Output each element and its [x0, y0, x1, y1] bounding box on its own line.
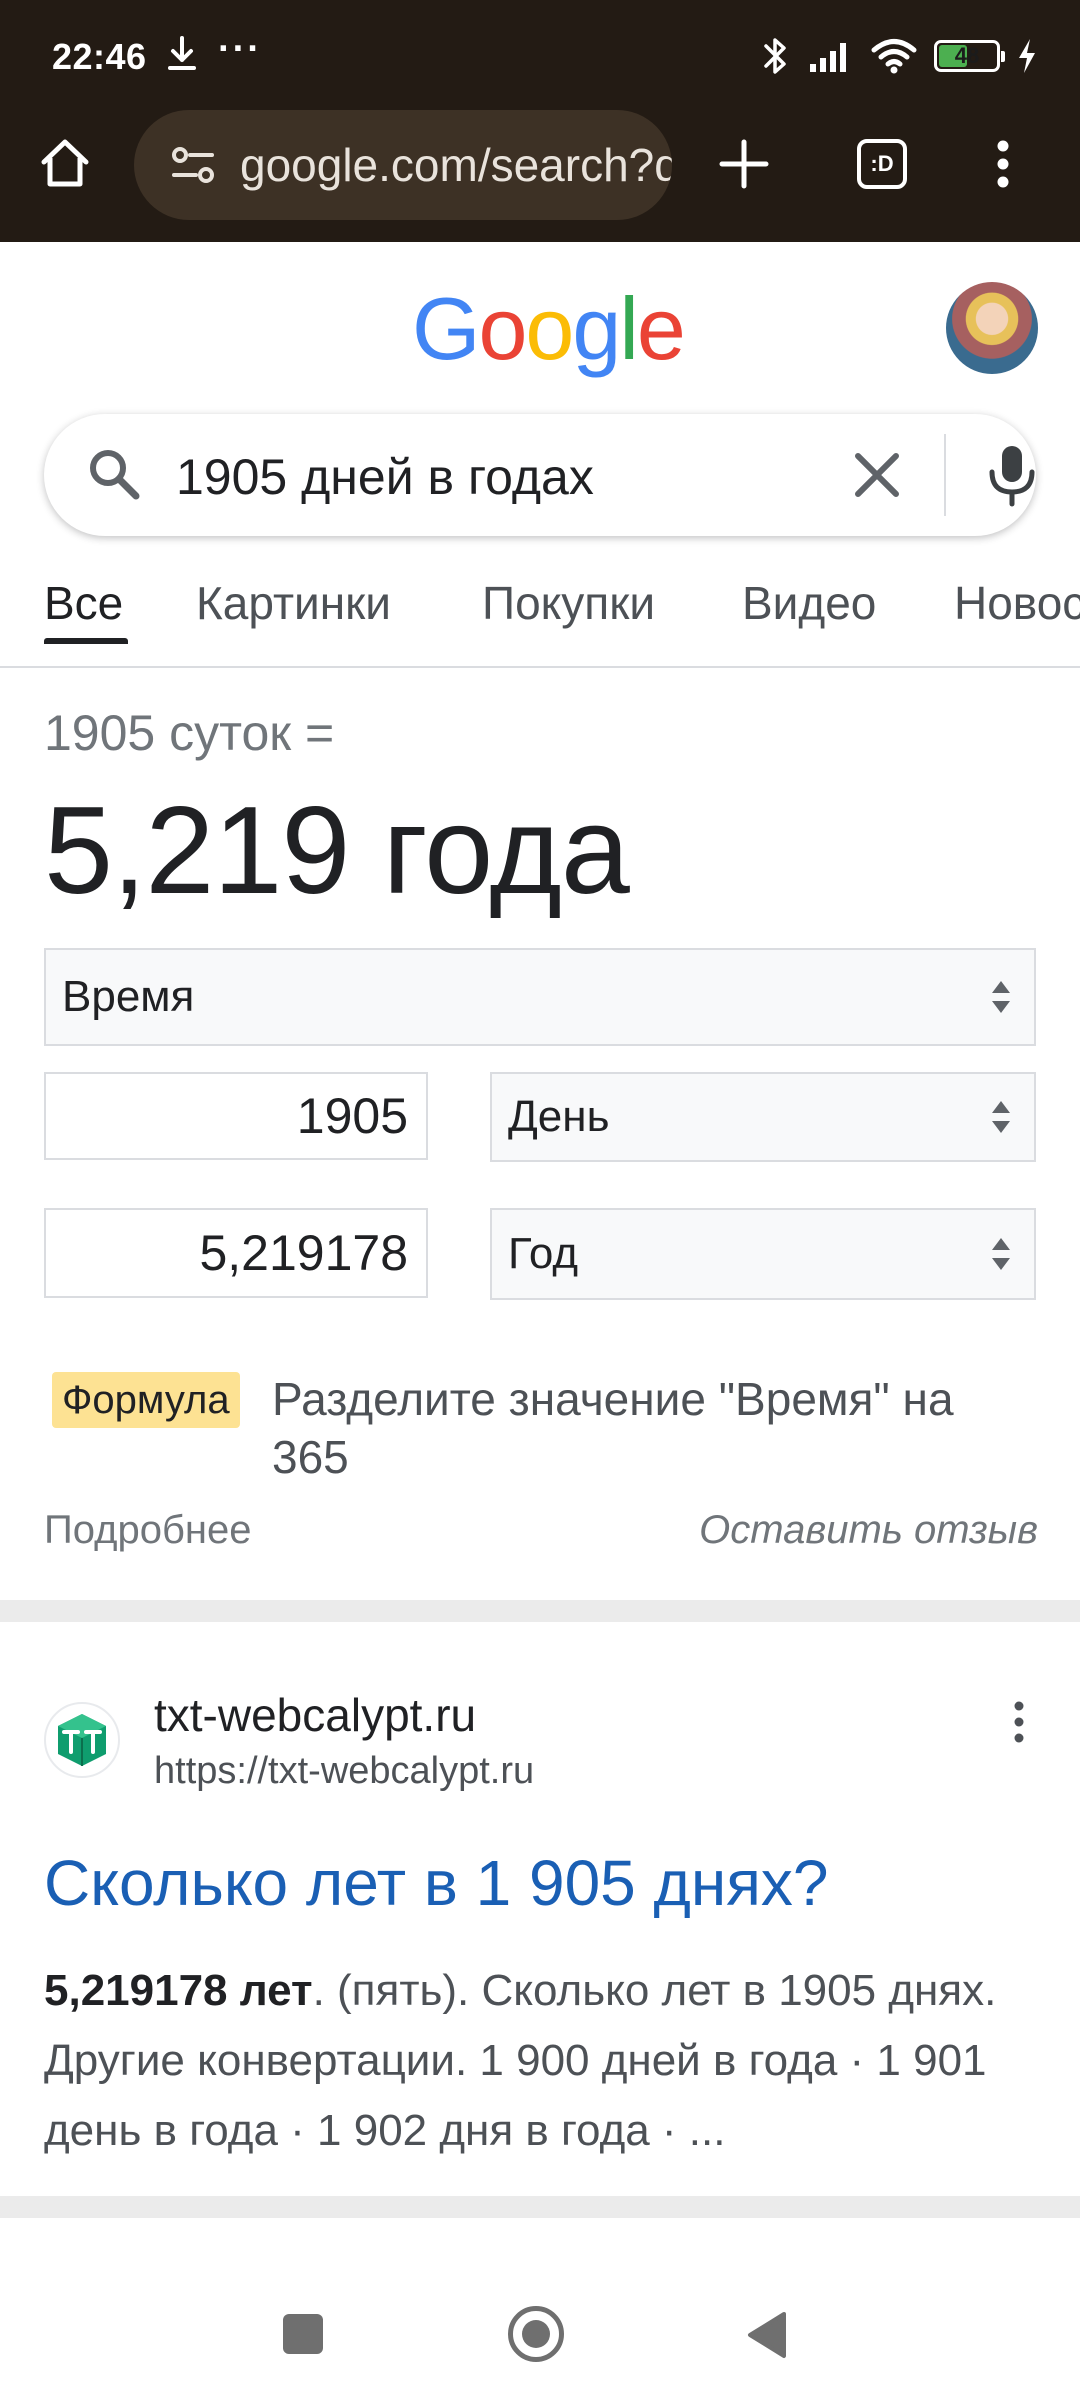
wifi-icon	[871, 39, 917, 74]
conversion-subtitle: 1905 суток =	[44, 705, 335, 761]
overflow-menu-icon	[997, 140, 1009, 188]
from-unit-select[interactable]: День	[490, 1072, 1036, 1162]
snippet-highlight: 5,219178 лет	[44, 1966, 313, 2015]
feedback-link[interactable]: Оставить отзыв	[699, 1508, 1038, 1553]
to-unit-label: Год	[508, 1229, 579, 1278]
select-arrows-icon	[992, 1238, 1010, 1270]
url-text[interactable]: google.com/search?q	[240, 138, 672, 192]
select-arrows-icon	[992, 1101, 1010, 1133]
status-bar: 22:46 ··· 48	[0, 0, 1080, 110]
home-button[interactable]	[34, 132, 96, 194]
tab-news[interactable]: Новости	[954, 576, 1080, 630]
home-icon	[41, 139, 89, 187]
address-bar[interactable]: google.com/search?q	[134, 110, 672, 220]
quantity-select[interactable]: Время	[44, 948, 1036, 1046]
bluetooth-icon	[764, 38, 786, 74]
from-unit-label: День	[508, 1092, 610, 1141]
to-unit-select[interactable]: Год	[490, 1208, 1036, 1300]
back-button[interactable]	[744, 2310, 790, 2360]
browser-toolbar: google.com/search?q :D	[0, 108, 1080, 220]
microphone-icon[interactable]	[982, 442, 1042, 508]
formula-badge: Формула	[52, 1372, 240, 1428]
formula-text: Разделите значение "Время" на 365	[272, 1373, 954, 1483]
clear-icon[interactable]	[850, 448, 904, 502]
site-favicon[interactable]	[44, 1702, 120, 1778]
section-divider	[0, 2196, 1080, 2218]
to-value-input[interactable]: 5,219178	[44, 1208, 428, 1298]
logo-letter: g	[572, 279, 621, 378]
overflow-menu-button[interactable]	[982, 132, 1024, 196]
charging-icon	[1019, 39, 1035, 73]
signal-icon	[810, 43, 846, 72]
home-nav-button[interactable]	[508, 2306, 564, 2362]
result-site-url[interactable]: https://txt-webcalypt.ru	[154, 1750, 534, 1793]
more-notifications-icon: ···	[218, 28, 262, 70]
tab-images[interactable]: Картинки	[196, 576, 391, 630]
result-menu-icon[interactable]	[998, 1698, 1040, 1746]
download-icon	[168, 36, 196, 70]
section-divider	[0, 1600, 1080, 1622]
search-icon	[90, 450, 140, 500]
battery-icon: 48	[934, 40, 1005, 72]
home-nav-icon	[522, 2320, 550, 2348]
browser-chrome: 22:46 ··· 48 google.com/search?q:D	[0, 0, 1080, 242]
cube-logo-icon	[58, 1714, 106, 1766]
status-icons: 48	[758, 34, 1038, 78]
logo-letter: l	[619, 279, 639, 378]
conversion-result: 5,219 года	[44, 782, 630, 920]
site-settings-icon[interactable]	[170, 142, 216, 188]
recents-button[interactable]	[283, 2314, 323, 2354]
new-tab-icon	[719, 139, 769, 189]
new-tab-button[interactable]	[712, 132, 776, 196]
from-value-input[interactable]: 1905	[44, 1072, 428, 1160]
result-snippet: 5,219178 лет. (пять). Сколько лет в 1905…	[44, 1956, 1044, 2166]
search-box[interactable]: 1905 дней в годах	[44, 414, 1036, 536]
logo-letter: o	[525, 279, 574, 378]
tab-switcher-button[interactable]: :D	[850, 132, 914, 196]
logo-letter: G	[412, 279, 480, 378]
search-divider	[944, 434, 946, 516]
battery-level: 48	[954, 43, 980, 68]
search-tabs: Все Картинки Покупки Видео Новости	[0, 560, 1080, 668]
google-logo[interactable]: Google	[412, 278, 686, 380]
logo-letter: e	[636, 279, 686, 378]
status-time: 22:46	[52, 36, 147, 77]
account-avatar[interactable]	[946, 282, 1038, 374]
more-info-link[interactable]: Подробнее	[44, 1508, 251, 1553]
search-input[interactable]: 1905 дней в годах	[176, 448, 594, 506]
tab-switcher-icon: :D	[857, 139, 907, 189]
active-tab-indicator	[44, 638, 128, 644]
result-title-link[interactable]: Сколько лет в 1 905 днях?	[44, 1846, 828, 1920]
logo-letter: o	[478, 279, 527, 378]
tab-videos[interactable]: Видео	[742, 576, 876, 630]
tab-shopping[interactable]: Покупки	[482, 576, 655, 630]
result-site-name[interactable]: txt-webcalypt.ru	[154, 1688, 476, 1742]
tab-all[interactable]: Все	[44, 576, 123, 630]
select-arrows-icon	[992, 981, 1010, 1013]
quantity-select-label: Время	[62, 972, 195, 1021]
